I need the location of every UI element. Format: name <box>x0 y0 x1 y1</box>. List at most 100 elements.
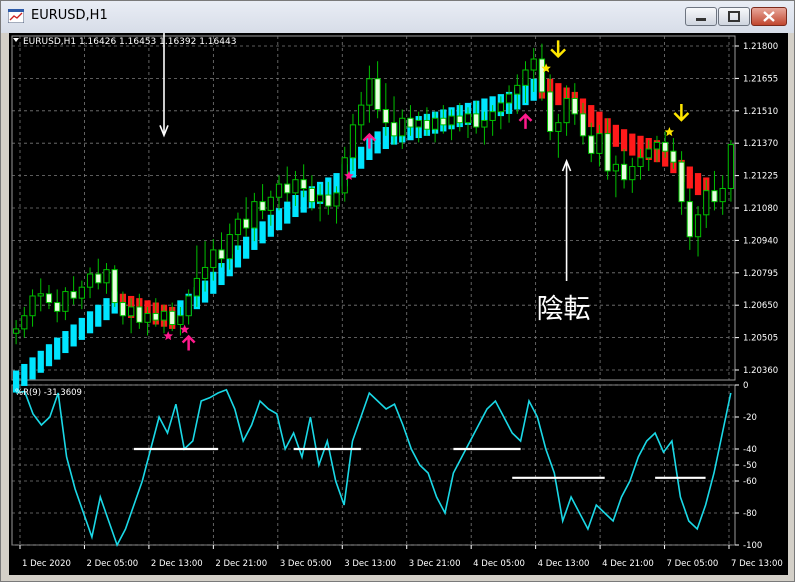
price-tick-label: 1.21800 <box>743 42 778 52</box>
buy-arrow-icon <box>181 334 196 351</box>
candle-body <box>579 113 587 137</box>
chart-grid <box>11 35 736 546</box>
indicator-tick-label: 0 <box>743 381 748 391</box>
trend-segment <box>78 317 85 340</box>
candle-body <box>464 113 472 124</box>
candle-body <box>481 119 488 128</box>
close-button[interactable] <box>751 7 787 26</box>
price-tick-label: 1.20650 <box>743 301 778 311</box>
time-tick-label: 2 Dec 13:00 <box>151 559 203 569</box>
candle-body <box>325 194 332 207</box>
annotation-text: 陰転 <box>537 294 591 325</box>
candle-body <box>144 313 151 323</box>
candle-body <box>440 117 447 126</box>
candle-body <box>37 293 44 297</box>
candle-body <box>333 192 340 207</box>
candle-body <box>522 69 529 86</box>
price-tick-label: 1.20505 <box>743 334 778 344</box>
terminal-window: EURUSD,H1 1.21800 1.21655 1.21510 1.21370 1.… <box>0 0 795 582</box>
title-bar[interactable]: EURUSD,H1 <box>1 1 794 33</box>
trend-segment <box>45 344 53 367</box>
dropdown-triangle-icon[interactable] <box>13 38 19 42</box>
trend-segment <box>86 311 94 334</box>
price-tick-label: 1.21080 <box>743 204 778 214</box>
candle-body <box>54 302 61 312</box>
candle-body <box>136 306 143 323</box>
candle-body <box>407 117 414 128</box>
candle-body <box>210 249 217 268</box>
candle-body <box>670 150 677 163</box>
candle-body <box>662 141 669 152</box>
time-tick-label: 3 Dec 13:00 <box>344 559 396 569</box>
signal-star-icon <box>664 127 675 137</box>
trend-segment <box>103 298 110 321</box>
trend-segment <box>358 146 365 169</box>
candle-body <box>431 117 439 130</box>
trend-segment <box>555 83 562 106</box>
chart-header: EURUSD,H1 1.16426 1.16453 1.16392 1.1644… <box>13 37 236 47</box>
candle-body <box>637 157 644 168</box>
candle-body <box>374 78 381 110</box>
buy-arrow-icon <box>362 132 377 149</box>
minimize-button[interactable] <box>685 7 717 26</box>
candle-body <box>694 214 702 238</box>
candle-body <box>111 269 118 304</box>
buy-arrow-icon <box>518 113 533 129</box>
candle-body <box>119 302 127 317</box>
chart-area[interactable]: 1.21800 1.21655 1.21510 1.21370 1.21225 1.210… <box>9 0 788 575</box>
time-tick-label: 4 Dec 21:00 <box>602 559 654 569</box>
time-tick-label: 4 Dec 13:00 <box>538 559 590 569</box>
price-tick-label: 1.21510 <box>743 107 778 117</box>
candle-body <box>547 91 554 132</box>
candle-body <box>292 179 299 194</box>
trend-segment <box>374 131 381 154</box>
candle-body <box>497 102 504 113</box>
candle-body <box>588 135 595 154</box>
candle-body <box>78 286 85 299</box>
candle-body <box>86 273 94 288</box>
time-tick-label: 2 Dec 21:00 <box>215 559 267 569</box>
trend-segment <box>21 363 28 386</box>
trend-segment <box>62 331 69 354</box>
trend-segment <box>37 350 44 373</box>
price-chart[interactable]: 1.21800 1.21655 1.21510 1.21370 1.21225 1.210… <box>9 0 788 575</box>
candle-body <box>415 119 422 128</box>
time-tick-label: 4 Dec 05:00 <box>473 559 525 569</box>
time-tick-label: 7 Dec 05:00 <box>667 559 719 569</box>
time-tick-label: 3 Dec 05:00 <box>280 559 332 569</box>
trend-segment <box>54 337 61 360</box>
candle-body <box>382 108 389 124</box>
candle-body <box>711 190 718 203</box>
candle-body <box>160 310 168 321</box>
candle-body <box>653 141 661 150</box>
symbol-info: EURUSD,H1 1.16426 1.16453 1.16392 1.1644… <box>23 37 236 47</box>
candle-body <box>308 187 316 203</box>
candle-body <box>358 104 365 126</box>
signal-marks <box>163 40 690 351</box>
trend-segment <box>629 133 636 156</box>
price-tick-label: 1.21370 <box>743 139 778 149</box>
candle-body <box>275 183 283 198</box>
candle-body <box>185 295 192 317</box>
price-tick-label: 1.21225 <box>743 172 778 182</box>
indicator-tick-label: -40 <box>743 445 757 455</box>
trend-segment <box>29 357 36 380</box>
candle-body <box>316 194 324 203</box>
trend-segment <box>95 304 102 327</box>
sell-arrow-icon <box>673 104 690 122</box>
price-axis: 1.21800 1.21655 1.21510 1.21370 1.21225 1.210… <box>735 42 778 551</box>
trend-segment <box>70 324 77 347</box>
candle-body <box>678 161 685 203</box>
candle-body <box>555 122 562 132</box>
price-tick-label: 1.20795 <box>743 269 778 279</box>
price-tick-label: 1.20940 <box>743 236 778 246</box>
trend-segment <box>275 208 283 231</box>
candle-body <box>62 291 69 312</box>
signal-star-icon <box>163 331 173 341</box>
maximize-button[interactable] <box>718 7 750 26</box>
candle-body <box>604 133 611 172</box>
minimize-icon <box>696 18 706 21</box>
candle-body <box>538 58 546 93</box>
candle-body <box>645 148 652 159</box>
indicator-tick-label: -50 <box>743 461 757 471</box>
